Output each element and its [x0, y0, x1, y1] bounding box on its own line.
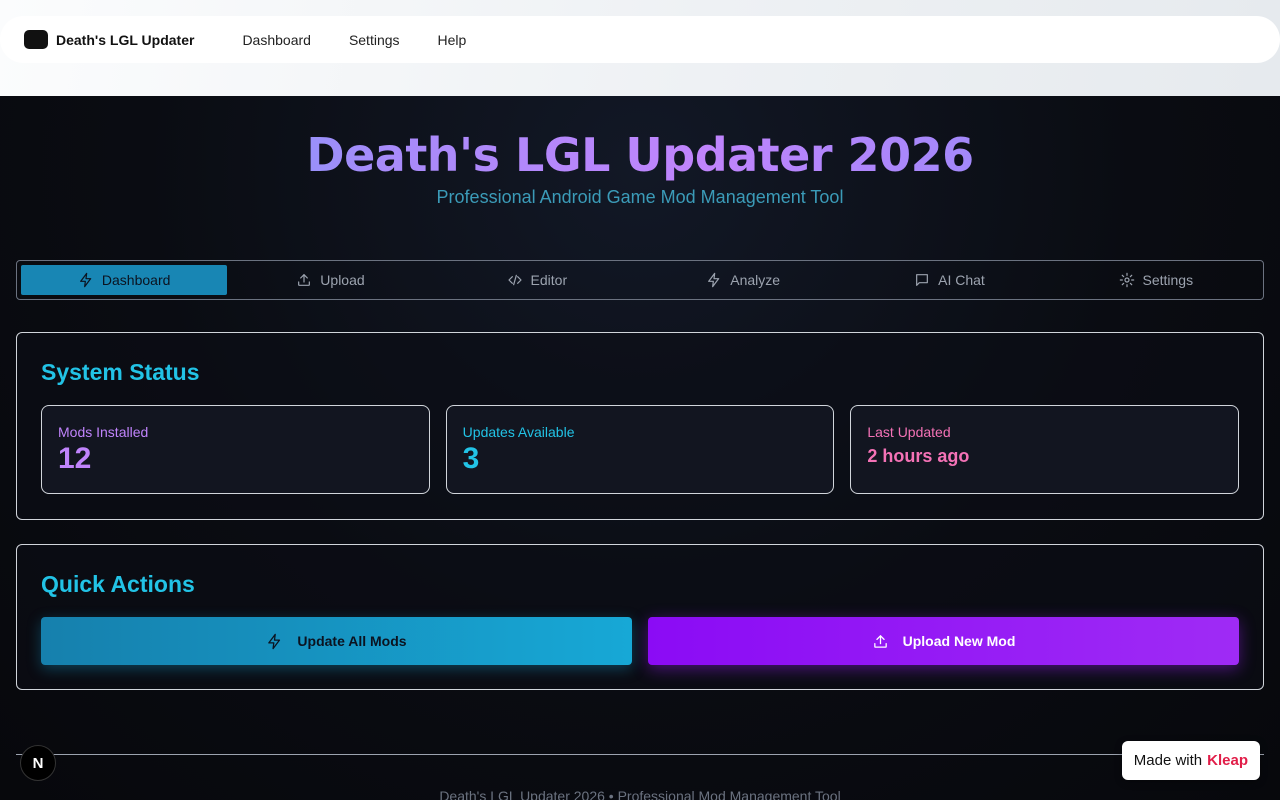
upload-icon	[873, 634, 887, 648]
stat-label: Mods Installed	[58, 424, 149, 440]
system-status-title: System Status	[41, 359, 200, 385]
stat-updates-available: Updates Available 3	[445, 405, 835, 494]
stat-last-updated: Last Updated 2 hours ago	[850, 405, 1240, 494]
navbar: Death's LGL Updater Dashboard Settings H…	[0, 16, 1280, 63]
quick-actions-card: Quick Actions Update All Mods Upload New…	[16, 544, 1264, 690]
upload-new-mod-button[interactable]: Upload New Mod	[648, 617, 1239, 665]
tab-ai-chat[interactable]: AI Chat	[846, 265, 1052, 295]
gear-icon	[1119, 272, 1134, 288]
tab-label: Upload	[320, 272, 365, 288]
stat-label: Last Updated	[867, 424, 951, 440]
code-icon	[507, 274, 522, 286]
nav-link-dashboard[interactable]: Dashboard	[242, 32, 311, 48]
stat-label: Updates Available	[462, 424, 575, 440]
tab-settings[interactable]: Settings	[1053, 265, 1259, 295]
stat-value: 12	[58, 442, 92, 475]
footer-divider	[16, 754, 1264, 755]
tab-bar: Dashboard Upload Editor Analyze AI Chat …	[16, 260, 1264, 300]
upload-icon	[298, 274, 311, 286]
upload-new-mod-label: Upload New Mod	[902, 633, 1016, 649]
kleap-brand: Kleap	[1207, 752, 1248, 769]
nav-link-settings[interactable]: Settings	[349, 32, 400, 48]
lightning-icon	[708, 272, 720, 288]
lightning-icon	[268, 633, 281, 649]
tab-label: Analyze	[730, 272, 781, 288]
tab-label: Dashboard	[101, 272, 171, 288]
tab-upload[interactable]: Upload	[227, 265, 433, 295]
stat-value: 3	[462, 442, 480, 475]
stat-mods-installed: Mods Installed 12	[41, 405, 430, 494]
tab-editor[interactable]: Editor	[434, 265, 640, 295]
page-title: Death's LGL Updater 2026	[0, 128, 1280, 182]
quick-actions-title: Quick Actions	[41, 571, 195, 597]
page-subtitle: Professional Android Game Mod Management…	[436, 187, 844, 207]
actions-row: Update All Mods Upload New Mod	[41, 617, 1239, 665]
tab-dashboard[interactable]: Dashboard	[21, 265, 228, 295]
update-all-mods-label: Update All Mods	[297, 633, 407, 649]
kleap-prefix: Made with	[1133, 752, 1203, 769]
nextjs-badge[interactable]: N	[20, 745, 56, 781]
tab-label: Editor	[530, 272, 568, 288]
footer-text: Death's LGL Updater 2026 • Professional …	[439, 788, 841, 800]
nav-links: Dashboard Settings Help	[242, 32, 466, 48]
lightning-icon	[79, 272, 92, 288]
stat-value: 2 hours ago	[867, 446, 970, 466]
tab-label: Settings	[1142, 272, 1194, 288]
system-status-card: System Status Mods Installed 12 Updates …	[16, 332, 1264, 520]
made-with-kleap-badge[interactable]: Made with Kleap	[1121, 741, 1260, 780]
brand-logo-icon	[24, 30, 48, 49]
tab-analyze[interactable]: Analyze	[640, 265, 846, 295]
brand[interactable]: Death's LGL Updater	[24, 30, 194, 49]
nav-link-help[interactable]: Help	[438, 32, 467, 48]
chat-icon	[916, 274, 929, 286]
brand-name: Death's LGL Updater	[56, 31, 195, 48]
update-all-mods-button[interactable]: Update All Mods	[41, 617, 632, 665]
stats-row: Mods Installed 12 Updates Available 3 La…	[41, 405, 1240, 494]
tab-label: AI Chat	[938, 272, 985, 288]
